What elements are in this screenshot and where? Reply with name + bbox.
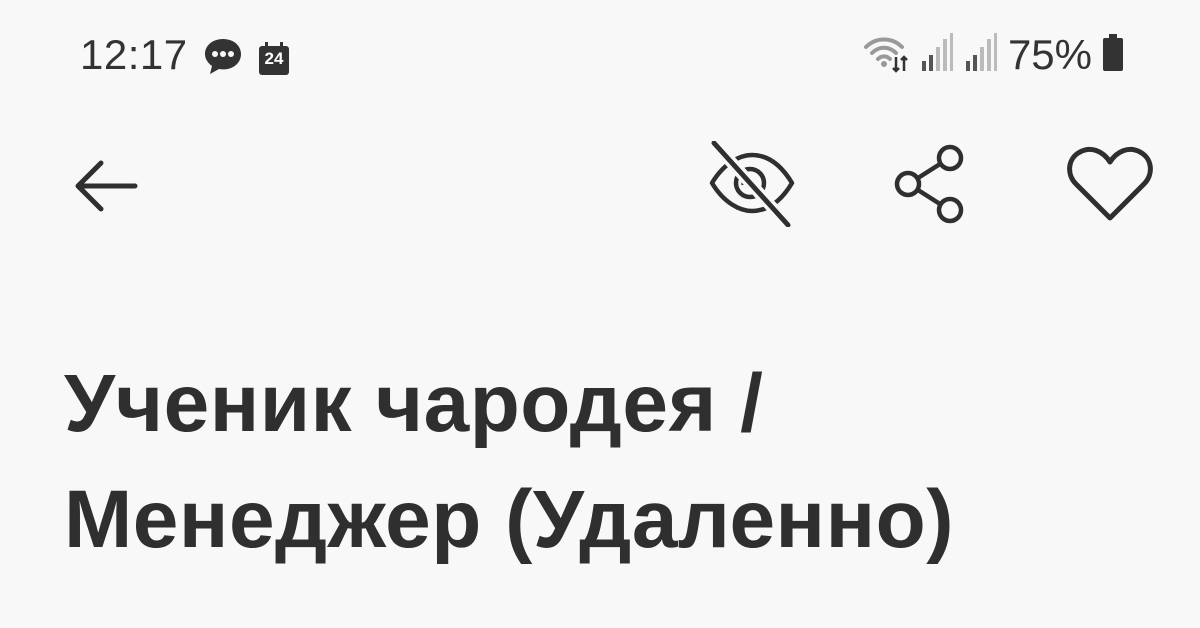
hide-vacancy-button[interactable] <box>700 138 800 232</box>
status-bar: 12:17 24 75% <box>0 0 1200 110</box>
back-arrow-icon <box>73 158 139 219</box>
signal-icon <box>920 32 954 78</box>
share-icon <box>890 142 970 231</box>
wifi-data-icon <box>862 33 910 78</box>
status-time: 12:17 <box>80 31 188 78</box>
battery-percent: 75% <box>1007 31 1092 78</box>
calendar-day: 24 <box>264 48 284 68</box>
back-button[interactable] <box>62 150 150 226</box>
heart-icon <box>1066 144 1154 229</box>
vacancy-title: Ученик чародея / Менеджер (Удаленно) <box>64 358 954 565</box>
signal-icon <box>964 32 998 78</box>
battery-icon <box>1102 33 1124 77</box>
chat-bubble-icon <box>202 36 244 81</box>
system-status: 75% <box>862 30 1124 80</box>
share-button[interactable] <box>884 142 976 230</box>
app-bar <box>0 130 1200 240</box>
eye-off-icon <box>704 138 796 232</box>
calendar-icon: 24 <box>258 41 290 76</box>
favorite-button[interactable] <box>1060 144 1160 228</box>
notification-icons: 24 <box>202 36 290 81</box>
